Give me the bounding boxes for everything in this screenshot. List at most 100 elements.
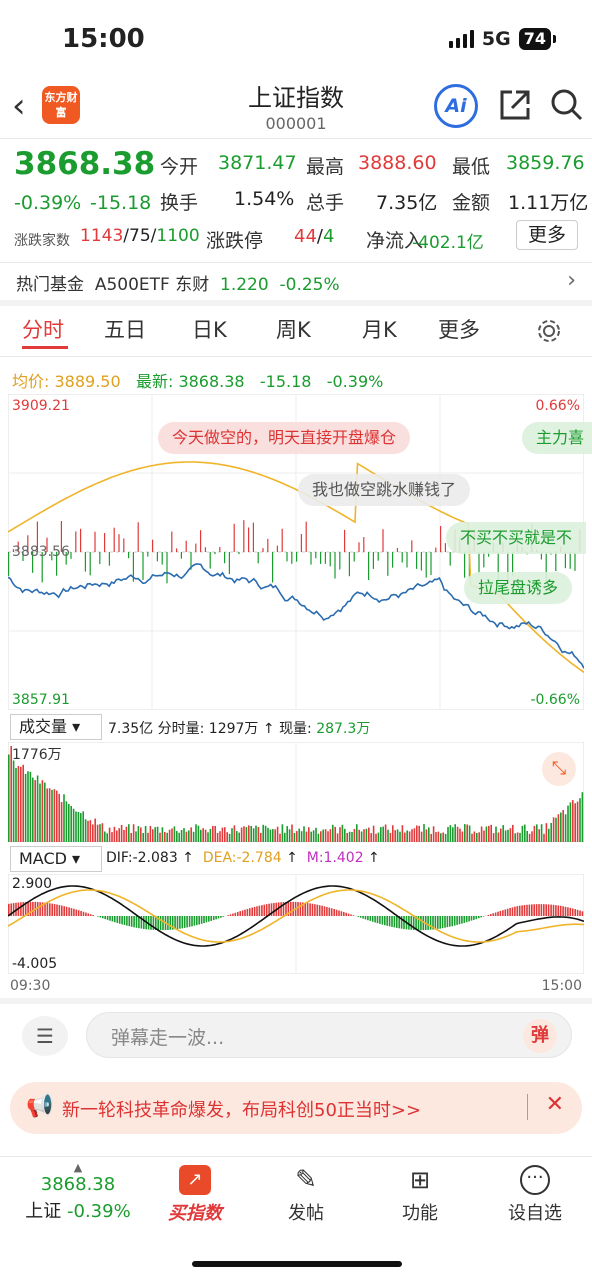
volume-bar: [152, 829, 154, 842]
volume-bar: [156, 826, 159, 842]
settings-gear-icon[interactable]: [536, 318, 562, 344]
chevron-right-icon[interactable]: ›: [567, 268, 576, 293]
volume-bar: [248, 825, 250, 842]
volume-bar: [447, 827, 449, 842]
macd-bar: [386, 916, 388, 926]
volume-bar: [488, 825, 490, 842]
volume-bar: [118, 828, 120, 842]
volume-bar: [440, 833, 442, 842]
macd-bar: [374, 916, 376, 923]
intraday-bar: [176, 548, 178, 553]
macd-selector[interactable]: MACD ▾: [10, 846, 102, 872]
macd-bar: [345, 912, 347, 917]
expand-icon[interactable]: ⤡: [542, 752, 576, 786]
intraday-bar: [310, 552, 312, 565]
macd-bar: [241, 910, 244, 916]
volume-bar: [435, 832, 437, 842]
intraday-bar: [228, 552, 230, 575]
macd-bar: [237, 911, 239, 917]
intraday-bar: [363, 537, 365, 552]
volume-bar: [70, 805, 72, 842]
tab-monthly-k[interactable]: 月K: [362, 314, 397, 344]
volume-bar: [531, 831, 533, 842]
send-danmaku-button[interactable]: 弹: [523, 1019, 557, 1053]
change-value: -15.18: [90, 192, 152, 214]
tab-weekly-k[interactable]: 周K: [276, 314, 311, 344]
macd-bar: [518, 905, 521, 916]
last-price: 3868.38: [14, 146, 156, 182]
intraday-bar: [209, 552, 211, 569]
intraday-bar: [267, 538, 269, 552]
nav-functions[interactable]: ⊞ 功能: [390, 1165, 450, 1225]
volume-selector[interactable]: 成交量 ▾: [10, 714, 102, 740]
nav-buy-index[interactable]: ↗ 买指数: [160, 1165, 230, 1225]
macd-bar: [516, 906, 519, 917]
volume-bar: [252, 828, 255, 842]
volume-bar: [279, 833, 281, 842]
nav-add-watchlist[interactable]: ··· 设自选: [500, 1165, 570, 1225]
danmaku-settings-icon[interactable]: ☰: [22, 1016, 68, 1056]
close-icon[interactable]: ✕: [546, 1092, 564, 1117]
macd-bar: [330, 908, 333, 916]
volume-bar: [576, 801, 579, 842]
search-icon[interactable]: [550, 88, 584, 122]
volume-bar: [466, 824, 468, 842]
volume-bar: [96, 824, 99, 842]
volume-bar: [478, 832, 480, 842]
volume-bar: [430, 833, 432, 842]
macd-bar: [535, 904, 538, 916]
intraday-bar: [449, 552, 451, 566]
volume-bar: [214, 826, 216, 842]
volume-bar: [58, 793, 60, 842]
intraday-bar: [84, 552, 86, 572]
volume-bar: [240, 827, 243, 842]
volume-bar: [233, 825, 236, 842]
intraday-bar: [406, 552, 408, 568]
macd-bar: [246, 908, 249, 917]
tab-daily-k[interactable]: 日K: [192, 314, 227, 344]
macd-bar: [506, 908, 509, 917]
time-start: 09:30: [10, 978, 51, 994]
volume-bar: [471, 833, 473, 842]
nav-post[interactable]: ✎ 发帖: [276, 1165, 336, 1225]
index-mini-quote[interactable]: ▲ 3868.38 上证 -0.39%: [20, 1161, 136, 1223]
volume-bar: [63, 794, 65, 842]
volume-bar: [293, 833, 296, 842]
macd-bar: [162, 916, 164, 931]
comment-input[interactable]: 弹幕走一波... 弹: [86, 1012, 572, 1058]
macd-bar: [557, 905, 560, 916]
macd-bar: [362, 916, 364, 919]
volume-bar: [111, 832, 113, 842]
volume-bar: [420, 831, 423, 842]
tab-intraday[interactable]: 分时: [22, 314, 64, 344]
macd-bar: [75, 909, 78, 917]
volume-bar: [22, 764, 24, 842]
volume-bar: [356, 824, 358, 842]
volume-bar: [231, 828, 233, 842]
tab-five-day[interactable]: 五日: [104, 314, 146, 344]
macd-bar: [393, 916, 396, 928]
macd-bar: [531, 904, 533, 916]
danmaku-bubble: 拉尾盘诱多: [464, 572, 573, 604]
share-icon[interactable]: [498, 88, 532, 122]
macd-bar: [388, 916, 391, 927]
signal-icon: [448, 30, 474, 48]
turnover-value: 1.54%: [234, 188, 295, 210]
volume-bar: [286, 826, 288, 842]
intraday-bar: [128, 552, 130, 559]
macd-bar: [63, 906, 65, 916]
macd-bar: [538, 904, 540, 917]
promo-banner[interactable]: 📢 新一轮科技革命爆发，布局科创50正当时>> ✕: [10, 1082, 582, 1134]
volume-bar: [461, 831, 464, 842]
volume-bar: [382, 826, 384, 842]
more-button[interactable]: 更多: [516, 220, 578, 250]
macd-bar: [87, 913, 90, 917]
volume-bar: [552, 817, 555, 842]
macd-bar: [244, 909, 246, 917]
volume-bar: [579, 798, 581, 842]
tab-more[interactable]: 更多: [438, 314, 480, 344]
ai-button[interactable]: Ai: [434, 84, 478, 128]
macd-bar: [543, 904, 545, 916]
macd-bar: [333, 908, 335, 916]
hot-fund-row[interactable]: 热门基金 A500ETF 东财 1.220 -0.25%: [16, 270, 340, 295]
